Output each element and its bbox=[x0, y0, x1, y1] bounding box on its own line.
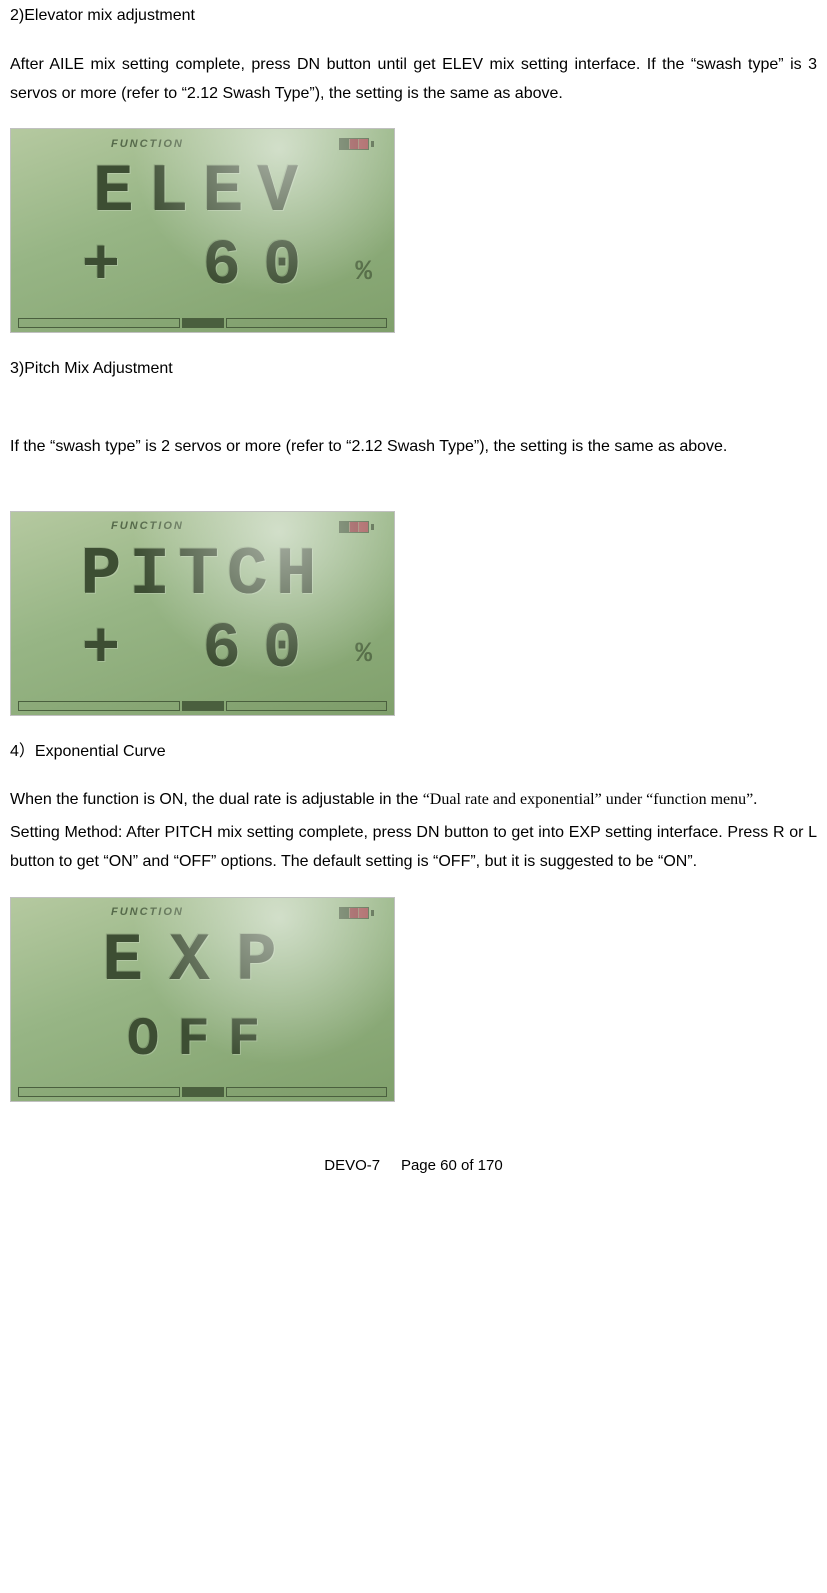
lcd-bottom-bar bbox=[11, 701, 394, 711]
percent-icon: % bbox=[355, 630, 372, 680]
battery-icon bbox=[339, 138, 374, 150]
lcd-line1: EXP bbox=[21, 928, 384, 996]
lcd-line1: ELEV bbox=[21, 159, 384, 227]
battery-icon bbox=[339, 907, 374, 919]
lcd-function-label: FUNCTION bbox=[111, 903, 184, 923]
section-4-paragraph-2: Setting Method: After PITCH mix setting … bbox=[10, 819, 817, 877]
lcd-function-label: FUNCTION bbox=[111, 517, 184, 537]
lcd-function-label: FUNCTION bbox=[111, 135, 184, 155]
lcd-bottom-bar bbox=[11, 1087, 394, 1097]
section-2-paragraph: After AILE mix setting complete, press D… bbox=[10, 51, 817, 109]
lcd-bottom-bar bbox=[11, 318, 394, 328]
lcd-line2: + 60 bbox=[21, 235, 384, 299]
section-3-title: 3)Pitch Mix Adjustment bbox=[10, 355, 817, 384]
para4-text-b: “Dual rate and exponential” under “funct… bbox=[423, 791, 758, 808]
lcd-exp-screenshot: FUNCTION EXP OFF bbox=[10, 897, 395, 1102]
section-2-title: 2)Elevator mix adjustment bbox=[10, 2, 817, 31]
section-3-paragraph: If the “swash type” is 2 servos or more … bbox=[10, 433, 817, 462]
lcd-line1: PITCH bbox=[21, 542, 384, 610]
section-4-paragraph-1: When the function is ON, the dual rate i… bbox=[10, 786, 817, 815]
lcd-pitch-screenshot: FUNCTION PITCH + 60 % bbox=[10, 511, 395, 716]
page-footer: DEVO-7 Page 60 of 170 bbox=[10, 1152, 817, 1179]
percent-icon: % bbox=[355, 248, 372, 298]
lcd-line2: + 60 bbox=[21, 618, 384, 682]
lcd-line2: OFF bbox=[21, 1014, 384, 1068]
para4-text-a: When the function is ON, the dual rate i… bbox=[10, 791, 423, 808]
battery-icon bbox=[339, 521, 374, 533]
section-4-title: 4）Exponential Curve bbox=[10, 738, 817, 767]
lcd-elev-screenshot: FUNCTION ELEV + 60 % bbox=[10, 128, 395, 333]
